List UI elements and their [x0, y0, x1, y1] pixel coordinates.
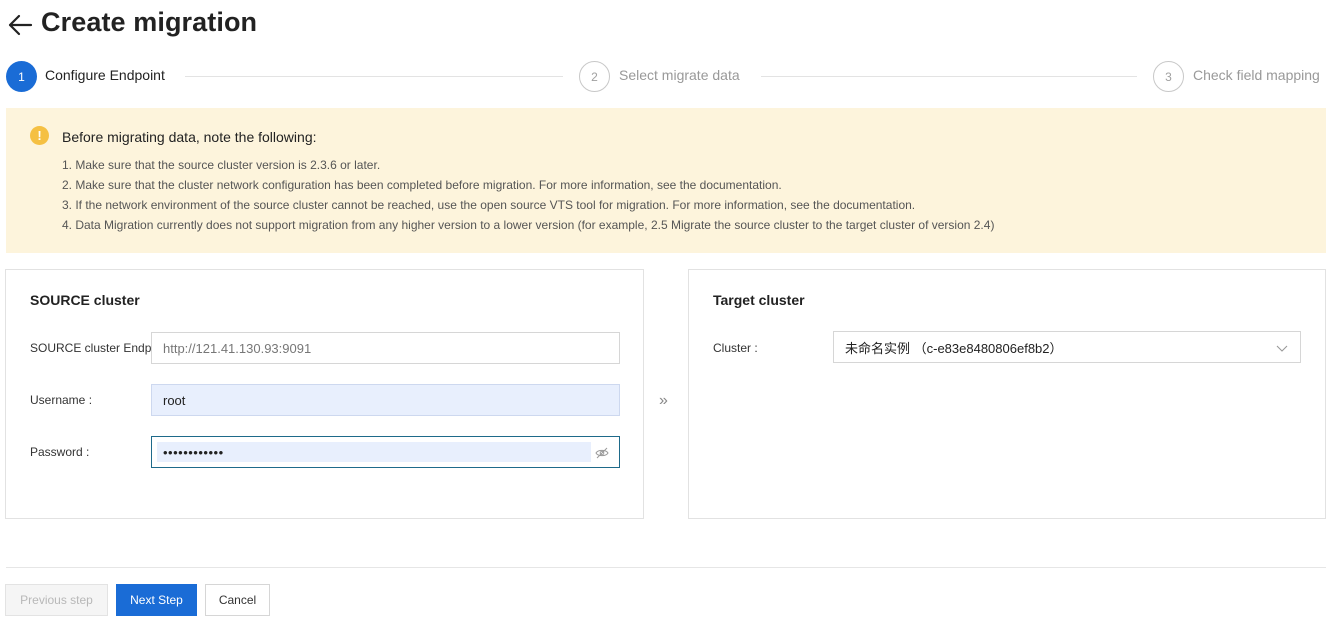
cancel-button[interactable]: Cancel — [205, 584, 270, 616]
source-cluster-panel: SOURCE cluster SOURCE cluster Endpoint :… — [5, 269, 644, 519]
username-input[interactable]: root — [151, 384, 620, 416]
notice-list: 1. Make sure that the source cluster ver… — [62, 158, 994, 238]
cluster-label: Cluster : — [713, 341, 758, 355]
step-1-number: 1 — [6, 61, 37, 92]
page-title: Create migration — [41, 7, 258, 37]
previous-step-button[interactable]: Previous step — [5, 584, 108, 616]
step-3-label: Check field mapping — [1193, 67, 1320, 83]
migration-notice: ! Before migrating data, note the follow… — [6, 108, 1326, 253]
endpoint-input[interactable]: http://121.41.130.93:9091 — [151, 332, 620, 364]
password-input[interactable]: •••••••••••• — [151, 436, 620, 468]
step-connector-2 — [761, 76, 1137, 77]
notice-item: 2. Make sure that the cluster network co… — [62, 178, 782, 192]
notice-item: 1. Make sure that the source cluster ver… — [62, 158, 381, 172]
step-1-label: Configure Endpoint — [45, 67, 165, 83]
step-2-label: Select migrate data — [619, 67, 740, 83]
target-panel-title: Target cluster — [713, 292, 805, 308]
target-cluster-panel: Target cluster Cluster : 未命名实例 （c-e83e84… — [688, 269, 1326, 519]
source-panel-title: SOURCE cluster — [30, 292, 140, 308]
password-value: •••••••••••• — [157, 442, 591, 462]
password-label: Password : — [30, 445, 90, 459]
warning-icon: ! — [30, 126, 49, 145]
notice-title: Before migrating data, note the followin… — [62, 129, 317, 145]
step-3-number: 3 — [1153, 61, 1184, 92]
step-connector-1 — [185, 76, 563, 77]
chevron-down-icon — [1276, 345, 1288, 352]
notice-item: 3. If the network environment of the sou… — [62, 198, 916, 212]
endpoint-label: SOURCE cluster Endpoint : — [30, 341, 151, 355]
next-step-button[interactable]: Next Step — [116, 584, 197, 616]
cluster-select[interactable]: 未命名实例 （c-e83e8480806ef8b2） — [833, 331, 1301, 363]
back-arrow-icon[interactable] — [7, 12, 33, 38]
step-2-number: 2 — [579, 61, 610, 92]
notice-item: 4. Data Migration currently does not sup… — [62, 218, 995, 232]
eye-off-icon[interactable] — [595, 446, 609, 460]
direction-arrow-icon: » — [659, 392, 668, 409]
footer-divider — [6, 567, 1326, 568]
username-label: Username : — [30, 393, 93, 407]
cluster-select-value: 未命名实例 （c-e83e8480806ef8b2） — [845, 340, 1063, 356]
